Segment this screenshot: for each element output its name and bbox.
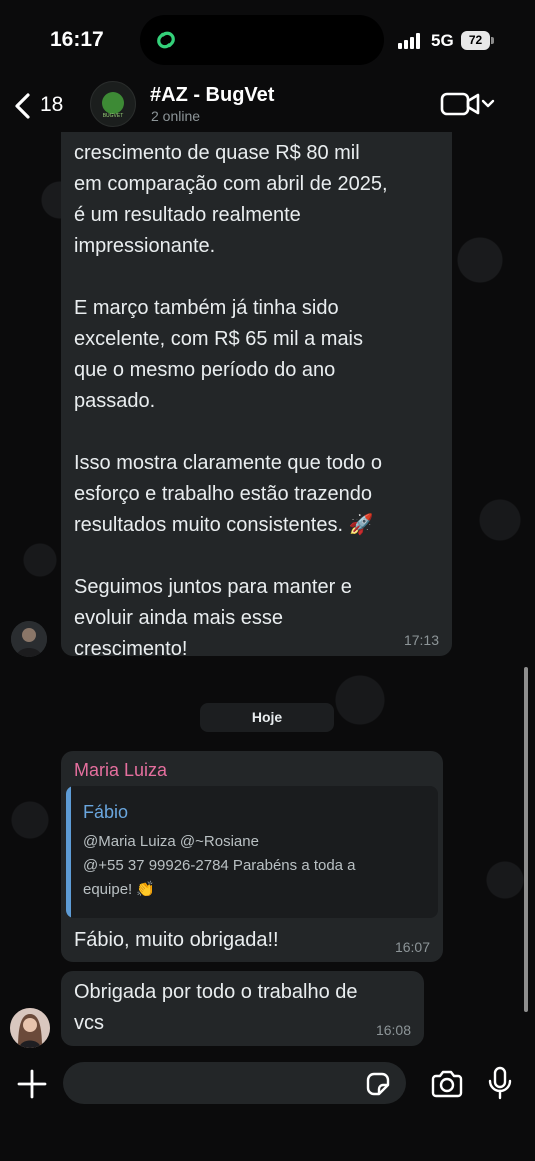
chat-header: 18 BUGVET #AZ - BugVet 2 online	[0, 78, 535, 132]
sender-avatar[interactable]	[10, 1008, 50, 1048]
battery-tip	[491, 37, 494, 44]
sender-avatar[interactable]	[11, 621, 47, 657]
battery-icon: 72	[461, 31, 495, 50]
network-type: 5G	[431, 31, 454, 50]
message-time: 17:13	[403, 632, 439, 648]
composer-bar	[0, 1048, 535, 1161]
sticker-icon[interactable]	[364, 1070, 392, 1098]
date-divider: Hoje	[200, 703, 334, 732]
plus-icon[interactable]	[16, 1068, 48, 1100]
message-text: Obrigada por todo o trabalho de vcs	[74, 981, 358, 1034]
signal-icon	[398, 33, 420, 49]
status-time: 16:17	[50, 28, 104, 51]
message-bubble[interactable]: Maria Luiza Fábio @Maria Luiza @~Rosiane…	[61, 751, 443, 962]
link-icon	[157, 31, 175, 49]
group-avatar[interactable]: BUGVET	[90, 81, 136, 127]
message-text: crescimento de quase R$ 80 mil em compar…	[74, 142, 388, 660]
message-bubble[interactable]: Obrigada por todo o trabalho de vcs 16:0…	[61, 971, 424, 1046]
battery-level: 72	[468, 33, 483, 47]
camera-icon[interactable]	[430, 1070, 464, 1098]
message-input[interactable]	[63, 1062, 406, 1104]
message-time: 16:08	[375, 1022, 411, 1038]
chat-title[interactable]: #AZ - BugVet	[150, 84, 274, 107]
unread-count[interactable]: 18	[40, 93, 63, 117]
message-bubble[interactable]: crescimento de quase R$ 80 mil em compar…	[61, 110, 452, 660]
quote-author: Fábio	[83, 802, 129, 822]
scrollbar[interactable]	[524, 667, 528, 1012]
sender-name[interactable]: Maria Luiza	[74, 760, 167, 781]
group-logo-text: BUGVET	[102, 113, 124, 119]
video-call-icon[interactable]	[440, 91, 496, 117]
quote-accent-bar	[66, 786, 71, 918]
message-text: Fábio, muito obrigada!!	[74, 929, 279, 951]
group-logo	[102, 92, 124, 114]
chat-subtitle: 2 online	[151, 108, 201, 124]
quoted-message[interactable]: Fábio @Maria Luiza @~Rosiane @+55 37 999…	[66, 786, 438, 918]
message-time: 16:07	[394, 939, 430, 955]
back-chevron-icon[interactable]	[12, 92, 32, 120]
status-bar: 16:17 5G 72	[0, 0, 535, 78]
microphone-icon[interactable]	[487, 1066, 513, 1100]
dynamic-island	[140, 15, 384, 65]
quote-text: @Maria Luiza @~Rosiane @+55 37 99926-278…	[83, 833, 356, 898]
